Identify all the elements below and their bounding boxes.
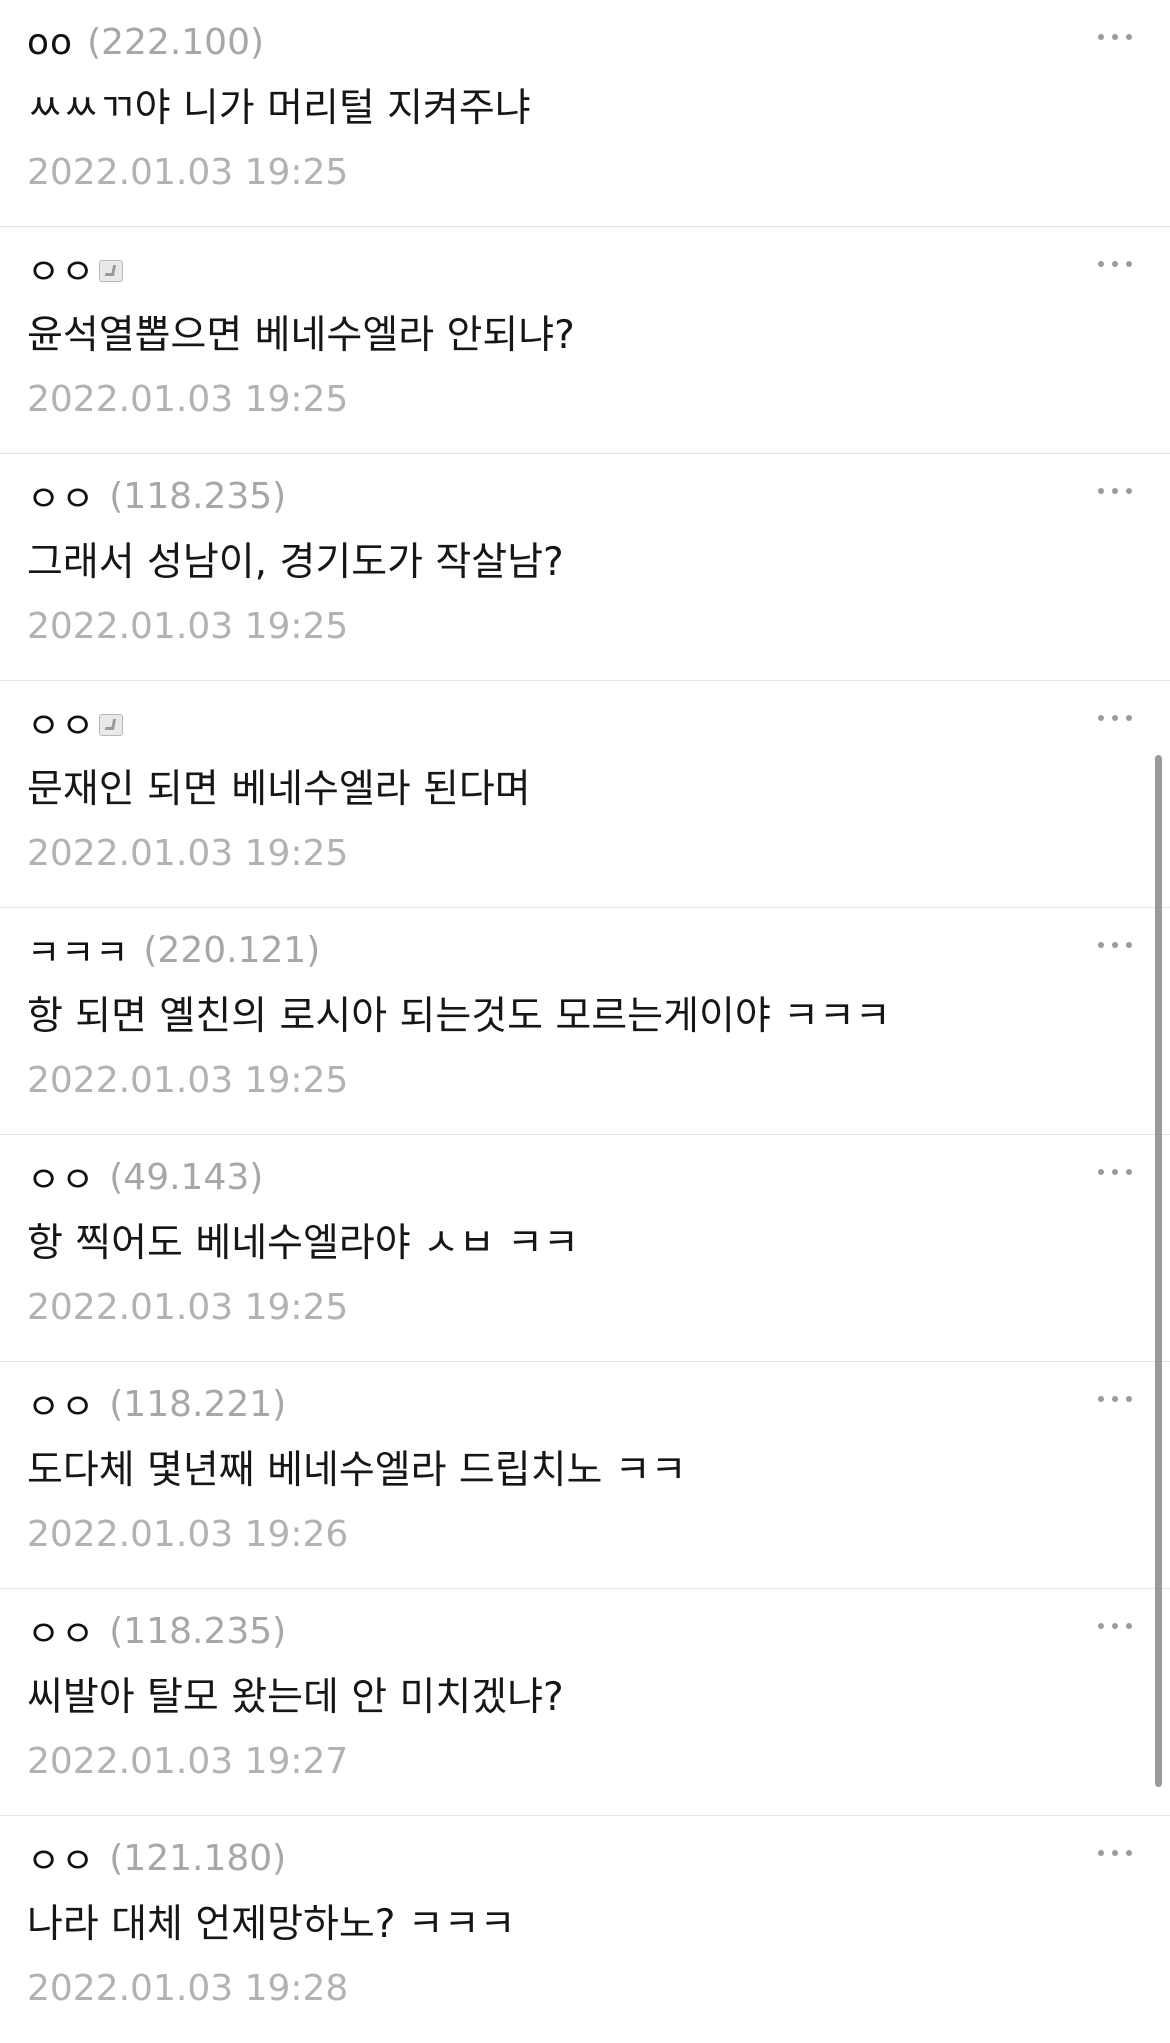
more-options-icon[interactable] bbox=[1098, 932, 1132, 958]
comment-meta: oo (222.100) bbox=[27, 18, 264, 66]
comment-ip: (220.121) bbox=[143, 929, 321, 971]
more-options-icon[interactable] bbox=[1098, 478, 1132, 504]
comment-date: 2022.01.03 19:27 bbox=[27, 1741, 349, 1782]
comment-item: ㅇㅇ (118.221) 도다체 몇년째 베네수엘라 드립치노 ㅋㅋ 2022.… bbox=[0, 1362, 1170, 1589]
comment-nickname[interactable]: ㅇㅇ bbox=[27, 1605, 95, 1657]
comment-meta: ㅇㅇ (49.143) bbox=[27, 1151, 264, 1203]
comment-meta: ㅇㅇ (118.221) bbox=[27, 1378, 287, 1430]
comment-ip: (118.221) bbox=[109, 1383, 287, 1425]
comment-text: 항 되면 옐친의 로시아 되는것도 모르는게이야 ㅋㅋㅋ bbox=[27, 994, 891, 1039]
more-options-icon[interactable] bbox=[1098, 24, 1132, 50]
comment-meta: ㅇㅇ (121.180) bbox=[27, 1832, 287, 1884]
comment-item: ㅇㅇ 문재인 되면 베네수엘라 된다며 2022.01.03 19:25 bbox=[0, 681, 1170, 908]
comment-ip: (121.180) bbox=[109, 1837, 287, 1879]
comment-item: oo (222.100) ㅆㅆㄲ야 니가 머리털 지켜주냐 2022.01.03… bbox=[0, 0, 1170, 227]
comment-ip: (222.100) bbox=[87, 21, 265, 63]
comment-meta: ㅇㅇ bbox=[27, 243, 124, 295]
comment-text: 문재인 되면 베네수엘라 된다며 bbox=[27, 767, 531, 812]
comment-item: ㅇㅇ 윤석열뽑으면 베네수엘라 안되냐? 2022.01.03 19:25 bbox=[0, 227, 1170, 454]
comment-text: 씨발아 탈모 왔는데 안 미치겠냐? bbox=[27, 1675, 564, 1720]
comment-item: ㅇㅇ (118.235) 그래서 성남이, 경기도가 작살남? 2022.01.… bbox=[0, 454, 1170, 681]
comment-nickname[interactable]: ㅇㅇ bbox=[27, 470, 95, 522]
more-options-icon[interactable] bbox=[1098, 1613, 1132, 1639]
comment-nickname[interactable]: ㅇㅇ bbox=[27, 1832, 95, 1884]
comment-text: ㅆㅆㄲ야 니가 머리털 지켜주냐 bbox=[27, 86, 531, 131]
comment-text: 그래서 성남이, 경기도가 작살남? bbox=[27, 540, 564, 585]
more-options-icon[interactable] bbox=[1098, 1840, 1132, 1866]
comment-nickname[interactable]: ㅇㅇ bbox=[27, 697, 95, 749]
comment-meta: ㅇㅇ bbox=[27, 697, 124, 749]
comment-item: ㅇㅇ (121.180) 나라 대체 언제망하노? ㅋㅋㅋ 2022.01.03… bbox=[0, 1816, 1170, 2043]
more-options-icon[interactable] bbox=[1098, 705, 1132, 731]
comment-text: 나라 대체 언제망하노? ㅋㅋㅋ bbox=[27, 1902, 516, 1947]
more-options-icon[interactable] bbox=[1098, 251, 1132, 277]
comment-text: 항 찍어도 베네수엘라야 ㅅㅂ ㅋㅋ bbox=[27, 1221, 579, 1266]
comment-list: oo (222.100) ㅆㅆㄲ야 니가 머리털 지켜주냐 2022.01.03… bbox=[0, 0, 1170, 2043]
comment-meta: ㅋㅋㅋ (220.121) bbox=[27, 924, 321, 976]
comment-date: 2022.01.03 19:25 bbox=[27, 379, 349, 420]
comment-text: 윤석열뽑으면 베네수엘라 안되냐? bbox=[27, 313, 575, 358]
comment-nickname[interactable]: ㅇㅇ bbox=[27, 1151, 95, 1203]
comment-nickname[interactable]: ㅇㅇ bbox=[27, 243, 95, 295]
comment-date: 2022.01.03 19:25 bbox=[27, 152, 349, 193]
comment-text: 도다체 몇년째 베네수엘라 드립치노 ㅋㅋ bbox=[27, 1448, 687, 1493]
comment-item: ㅇㅇ (118.235) 씨발아 탈모 왔는데 안 미치겠냐? 2022.01.… bbox=[0, 1589, 1170, 1816]
vertical-scrollbar[interactable] bbox=[1155, 755, 1162, 1787]
more-options-icon[interactable] bbox=[1098, 1386, 1132, 1412]
comment-date: 2022.01.03 19:25 bbox=[27, 1287, 349, 1328]
comment-date: 2022.01.03 19:28 bbox=[27, 1968, 349, 2009]
comment-nickname[interactable]: oo bbox=[27, 22, 73, 63]
comment-ip: (118.235) bbox=[109, 475, 287, 517]
comment-ip: (118.235) bbox=[109, 1610, 287, 1652]
comment-nickname[interactable]: ㅇㅇ bbox=[27, 1378, 95, 1430]
comment-date: 2022.01.03 19:25 bbox=[27, 606, 349, 647]
comment-meta: ㅇㅇ (118.235) bbox=[27, 1605, 287, 1657]
comment-date: 2022.01.03 19:26 bbox=[27, 1514, 349, 1555]
fixed-nickname-badge-icon bbox=[99, 260, 124, 282]
comment-item: ㅇㅇ (49.143) 항 찍어도 베네수엘라야 ㅅㅂ ㅋㅋ 2022.01.0… bbox=[0, 1135, 1170, 1362]
comment-date: 2022.01.03 19:25 bbox=[27, 1060, 349, 1101]
fixed-nickname-badge-icon bbox=[99, 714, 124, 736]
comment-ip: (49.143) bbox=[109, 1156, 264, 1198]
more-options-icon[interactable] bbox=[1098, 1159, 1132, 1185]
comment-date: 2022.01.03 19:25 bbox=[27, 833, 349, 874]
comment-meta: ㅇㅇ (118.235) bbox=[27, 470, 287, 522]
comment-item: ㅋㅋㅋ (220.121) 항 되면 옐친의 로시아 되는것도 모르는게이야 ㅋ… bbox=[0, 908, 1170, 1135]
comment-nickname[interactable]: ㅋㅋㅋ bbox=[27, 924, 129, 976]
